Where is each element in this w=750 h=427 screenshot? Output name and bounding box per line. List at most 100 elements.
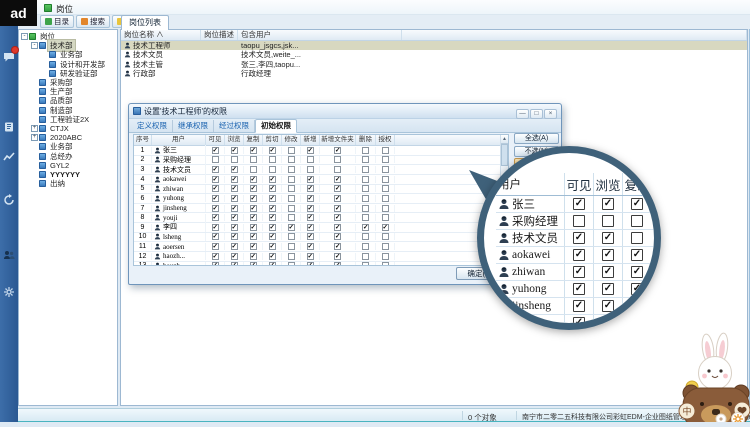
- magnifier-checkbox[interactable]: ✓: [602, 300, 614, 312]
- permission-checkbox[interactable]: ✓: [269, 195, 276, 202]
- permission-checkbox[interactable]: [382, 262, 389, 266]
- tab-position-list[interactable]: 岗位列表: [121, 15, 169, 30]
- sidebar-tab-目录[interactable]: 目录: [40, 15, 74, 28]
- column-header-2[interactable]: 包含用户: [238, 30, 402, 40]
- permission-checkbox[interactable]: [382, 253, 389, 260]
- magnifier-checkbox[interactable]: ✓: [631, 266, 643, 278]
- permission-checkbox[interactable]: ✓: [334, 205, 341, 212]
- permission-checkbox[interactable]: [334, 156, 341, 163]
- permission-checkbox[interactable]: [334, 166, 341, 173]
- permission-checkbox[interactable]: ✓: [212, 147, 219, 154]
- permission-checkbox[interactable]: [288, 156, 295, 163]
- sync-icon[interactable]: [3, 193, 15, 205]
- chat-bubble-icon[interactable]: [3, 50, 15, 62]
- permission-checkbox[interactable]: [362, 195, 369, 202]
- permission-checkbox[interactable]: ✓: [288, 224, 295, 231]
- permission-checkbox[interactable]: ✓: [307, 253, 314, 260]
- magnifier-checkbox[interactable]: [602, 215, 614, 227]
- dialog-tab-继承权限[interactable]: 继承权限: [173, 120, 214, 132]
- permission-row[interactable]: 13houzh...✓✓✓✓✓✓: [134, 262, 508, 267]
- permission-checkbox[interactable]: [362, 147, 369, 154]
- permission-checkbox[interactable]: [362, 233, 369, 240]
- chart-icon[interactable]: [3, 150, 15, 162]
- magnifier-checkbox[interactable]: ✓: [573, 317, 585, 329]
- permission-checkbox[interactable]: [212, 156, 219, 163]
- permission-checkbox[interactable]: [250, 156, 257, 163]
- permission-row[interactable]: 4aokawei✓✓✓✓✓✓: [134, 175, 508, 185]
- permission-checkbox[interactable]: ✓: [250, 253, 257, 260]
- permission-checkbox[interactable]: ✓: [269, 214, 276, 221]
- magnifier-checkbox[interactable]: ✓: [573, 232, 585, 244]
- magnifier-checkbox[interactable]: ✓: [573, 198, 585, 210]
- magnifier-checkbox[interactable]: ✓: [631, 249, 643, 261]
- permission-checkbox[interactable]: [288, 262, 295, 266]
- permission-checkbox[interactable]: [362, 185, 369, 192]
- magnifier-checkbox[interactable]: ✓: [631, 198, 643, 210]
- permission-checkbox[interactable]: [382, 185, 389, 192]
- permission-checkbox[interactable]: ✓: [307, 233, 314, 240]
- magnifier-checkbox[interactable]: ✓: [631, 283, 643, 295]
- permission-checkbox[interactable]: ✓: [269, 147, 276, 154]
- permission-checkbox[interactable]: [231, 156, 238, 163]
- permission-row[interactable]: 6yuhong✓✓✓✓✓✓: [134, 194, 508, 204]
- permission-checkbox[interactable]: ✓: [307, 262, 314, 266]
- permission-checkbox[interactable]: [382, 195, 389, 202]
- permission-checkbox[interactable]: ✓: [334, 176, 341, 183]
- permission-checkbox[interactable]: [362, 262, 369, 266]
- permission-checkbox[interactable]: ✓: [231, 233, 238, 240]
- permission-checkbox[interactable]: ✓: [269, 253, 276, 260]
- permission-checkbox[interactable]: ✓: [231, 214, 238, 221]
- tree-item[interactable]: YYYYYY: [19, 170, 117, 179]
- permission-checkbox[interactable]: [382, 233, 389, 240]
- perm-column-4[interactable]: 复制: [244, 135, 263, 145]
- column-header-0[interactable]: 岗位名称 ∧: [121, 30, 201, 40]
- magnifier-checkbox[interactable]: ✓: [602, 283, 614, 295]
- collapse-icon[interactable]: -: [21, 33, 28, 40]
- permission-checkbox[interactable]: ✓: [231, 253, 238, 260]
- perm-column-6[interactable]: 修改: [282, 135, 301, 145]
- close-icon[interactable]: ×: [544, 109, 557, 119]
- permission-checkbox[interactable]: ✓: [212, 166, 219, 173]
- permission-checkbox[interactable]: [269, 166, 276, 173]
- permission-row[interactable]: 5zhiwan✓✓✓✓✓✓: [134, 185, 508, 195]
- magnifier-checkbox[interactable]: ✓: [602, 198, 614, 210]
- permission-checkbox[interactable]: ✓: [231, 205, 238, 212]
- perm-column-3[interactable]: 浏览: [225, 135, 244, 145]
- dialog-tab-定义权限[interactable]: 定义权限: [132, 120, 173, 132]
- permission-checkbox[interactable]: ✓: [231, 243, 238, 250]
- perm-column-2[interactable]: 可见: [206, 135, 225, 145]
- notebook-icon[interactable]: [3, 120, 15, 132]
- permission-checkbox[interactable]: [288, 195, 295, 202]
- permission-checkbox[interactable]: ✓: [269, 205, 276, 212]
- permission-checkbox[interactable]: [382, 147, 389, 154]
- permission-checkbox[interactable]: ✓: [231, 185, 238, 192]
- permission-checkbox[interactable]: [382, 214, 389, 221]
- permission-checkbox[interactable]: [269, 156, 276, 163]
- table-row[interactable]: 行政部行政经理: [121, 69, 747, 78]
- table-row[interactable]: 技术文员技术文员,weite_...: [121, 50, 747, 59]
- permission-checkbox[interactable]: ✓: [250, 185, 257, 192]
- tree-item[interactable]: 工程验证2X: [19, 115, 117, 124]
- permission-checkbox[interactable]: ✓: [250, 214, 257, 221]
- permission-checkbox[interactable]: ✓: [212, 243, 219, 250]
- magnifier-checkbox[interactable]: ✓: [573, 266, 585, 278]
- permission-checkbox[interactable]: ✓: [231, 166, 238, 173]
- magnifier-checkbox[interactable]: ✓: [573, 249, 585, 261]
- gear-icon[interactable]: [3, 285, 15, 297]
- permission-checkbox[interactable]: ✓: [307, 147, 314, 154]
- permission-checkbox[interactable]: ✓: [307, 195, 314, 202]
- magnifier-checkbox[interactable]: ✓: [602, 249, 614, 261]
- dialog-tab-经过权限[interactable]: 经过权限: [214, 120, 255, 132]
- permission-row[interactable]: 10lsheng✓✓✓✓✓✓: [134, 233, 508, 243]
- permission-checkbox[interactable]: ✓: [307, 205, 314, 212]
- perm-column-5[interactable]: 剪切: [263, 135, 282, 145]
- permission-checkbox[interactable]: ✓: [250, 243, 257, 250]
- sidebar-tab-搜索[interactable]: 搜索: [76, 15, 110, 28]
- permission-checkbox[interactable]: [288, 166, 295, 173]
- permission-checkbox[interactable]: ✓: [212, 195, 219, 202]
- permission-checkbox[interactable]: ✓: [334, 253, 341, 260]
- permission-checkbox[interactable]: ✓: [250, 233, 257, 240]
- permission-checkbox[interactable]: ✓: [250, 147, 257, 154]
- permission-checkbox[interactable]: [362, 156, 369, 163]
- permission-checkbox[interactable]: ✓: [212, 233, 219, 240]
